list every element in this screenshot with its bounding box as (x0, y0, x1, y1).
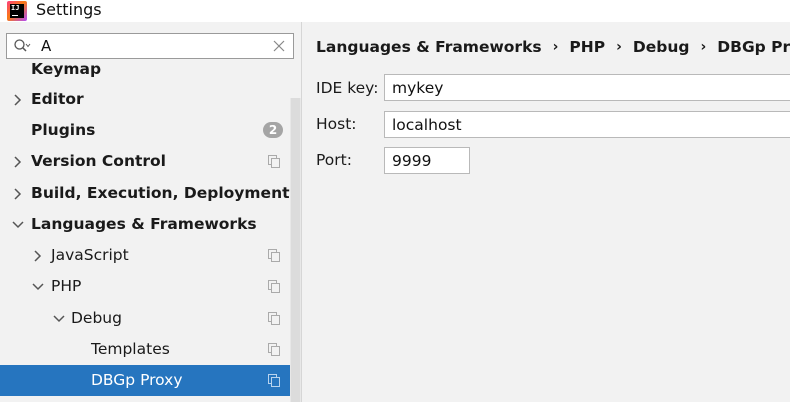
tree-item-label: Editor (31, 90, 84, 108)
scrollbar-thumb[interactable] (291, 98, 300, 402)
project-level-icon (268, 155, 280, 168)
tree-item-keymap[interactable]: Keymap (0, 60, 290, 85)
search-box[interactable] (6, 33, 294, 59)
settings-content: Languages & Frameworks › PHP › Debug › D… (303, 22, 790, 402)
tree-item-editor[interactable]: Editor (0, 84, 290, 115)
tree-item-label: Keymap (31, 60, 102, 78)
ide-key-field[interactable] (384, 74, 790, 101)
breadcrumb-separator-icon: › (700, 39, 707, 55)
breadcrumb-item: DBGp Proxy (717, 38, 790, 56)
tree-item-label: PHP (51, 277, 82, 295)
breadcrumb-item: Languages & Frameworks (316, 38, 542, 56)
project-level-icon (268, 343, 280, 356)
tree-item-label: Templates (91, 340, 170, 358)
port-field[interactable] (384, 147, 470, 174)
ide-key-label: IDE key: (316, 79, 379, 97)
tree-item-debug[interactable]: Debug (0, 303, 290, 334)
tree-item-label: Languages & Frameworks (31, 215, 257, 233)
chevron-right-icon[interactable] (12, 156, 24, 168)
tree-item-plugins[interactable]: Plugins 2 (0, 115, 290, 146)
tree-item-version-control[interactable]: Version Control (0, 146, 290, 177)
breadcrumb-item: PHP (569, 38, 606, 56)
tree-item-javascript[interactable]: JavaScript (0, 240, 290, 271)
tree-item-label: Version Control (31, 152, 166, 170)
tree-item-label: Plugins (31, 121, 96, 139)
chevron-right-icon[interactable] (32, 250, 44, 262)
breadcrumb-item: Debug (632, 38, 690, 56)
tree-item-label: Build, Execution, Deployment (31, 184, 290, 202)
host-label: Host: (316, 115, 357, 133)
tree-item-templates[interactable]: Templates (0, 334, 290, 365)
tree-item-build-execution-deployment[interactable]: Build, Execution, Deployment (0, 178, 290, 209)
tree-item-php[interactable]: PHP (0, 271, 290, 302)
tree-item-dbgp-proxy[interactable]: DBGp Proxy (0, 365, 290, 396)
breadcrumb-separator-icon: › (616, 39, 622, 55)
updates-badge: 2 (263, 122, 283, 138)
chevron-down-icon[interactable] (32, 281, 44, 293)
tree-item-label: JavaScript (51, 246, 129, 264)
intellij-icon: IJ (7, 1, 27, 21)
host-field[interactable] (384, 111, 790, 138)
breadcrumb: Languages & Frameworks › PHP › Debug › D… (316, 36, 790, 58)
search-icon[interactable] (13, 38, 31, 54)
close-icon[interactable] (273, 40, 285, 52)
search-input[interactable] (41, 35, 261, 57)
sidebar-scrollbar[interactable] (290, 98, 301, 402)
title-bar: IJ Settings (0, 0, 790, 22)
chevron-down-icon[interactable] (12, 219, 24, 231)
tree-item-label: Debug (71, 309, 122, 327)
settings-tree: Keymap Editor Plugins 2 Version Control (0, 60, 290, 402)
project-level-icon (268, 312, 280, 325)
window-title: Settings (36, 0, 102, 19)
project-level-icon (268, 280, 280, 293)
project-level-icon (268, 374, 280, 387)
chevron-down-icon[interactable] (53, 313, 65, 325)
breadcrumb-separator-icon: › (552, 39, 559, 55)
chevron-right-icon[interactable] (12, 94, 24, 106)
tree-item-label: DBGp Proxy (91, 371, 183, 389)
chevron-right-icon[interactable] (12, 188, 24, 200)
settings-sidebar: Keymap Editor Plugins 2 Version Control (0, 22, 302, 402)
tree-item-languages-frameworks[interactable]: Languages & Frameworks (0, 209, 290, 240)
project-level-icon (268, 249, 280, 262)
port-label: Port: (316, 151, 352, 169)
